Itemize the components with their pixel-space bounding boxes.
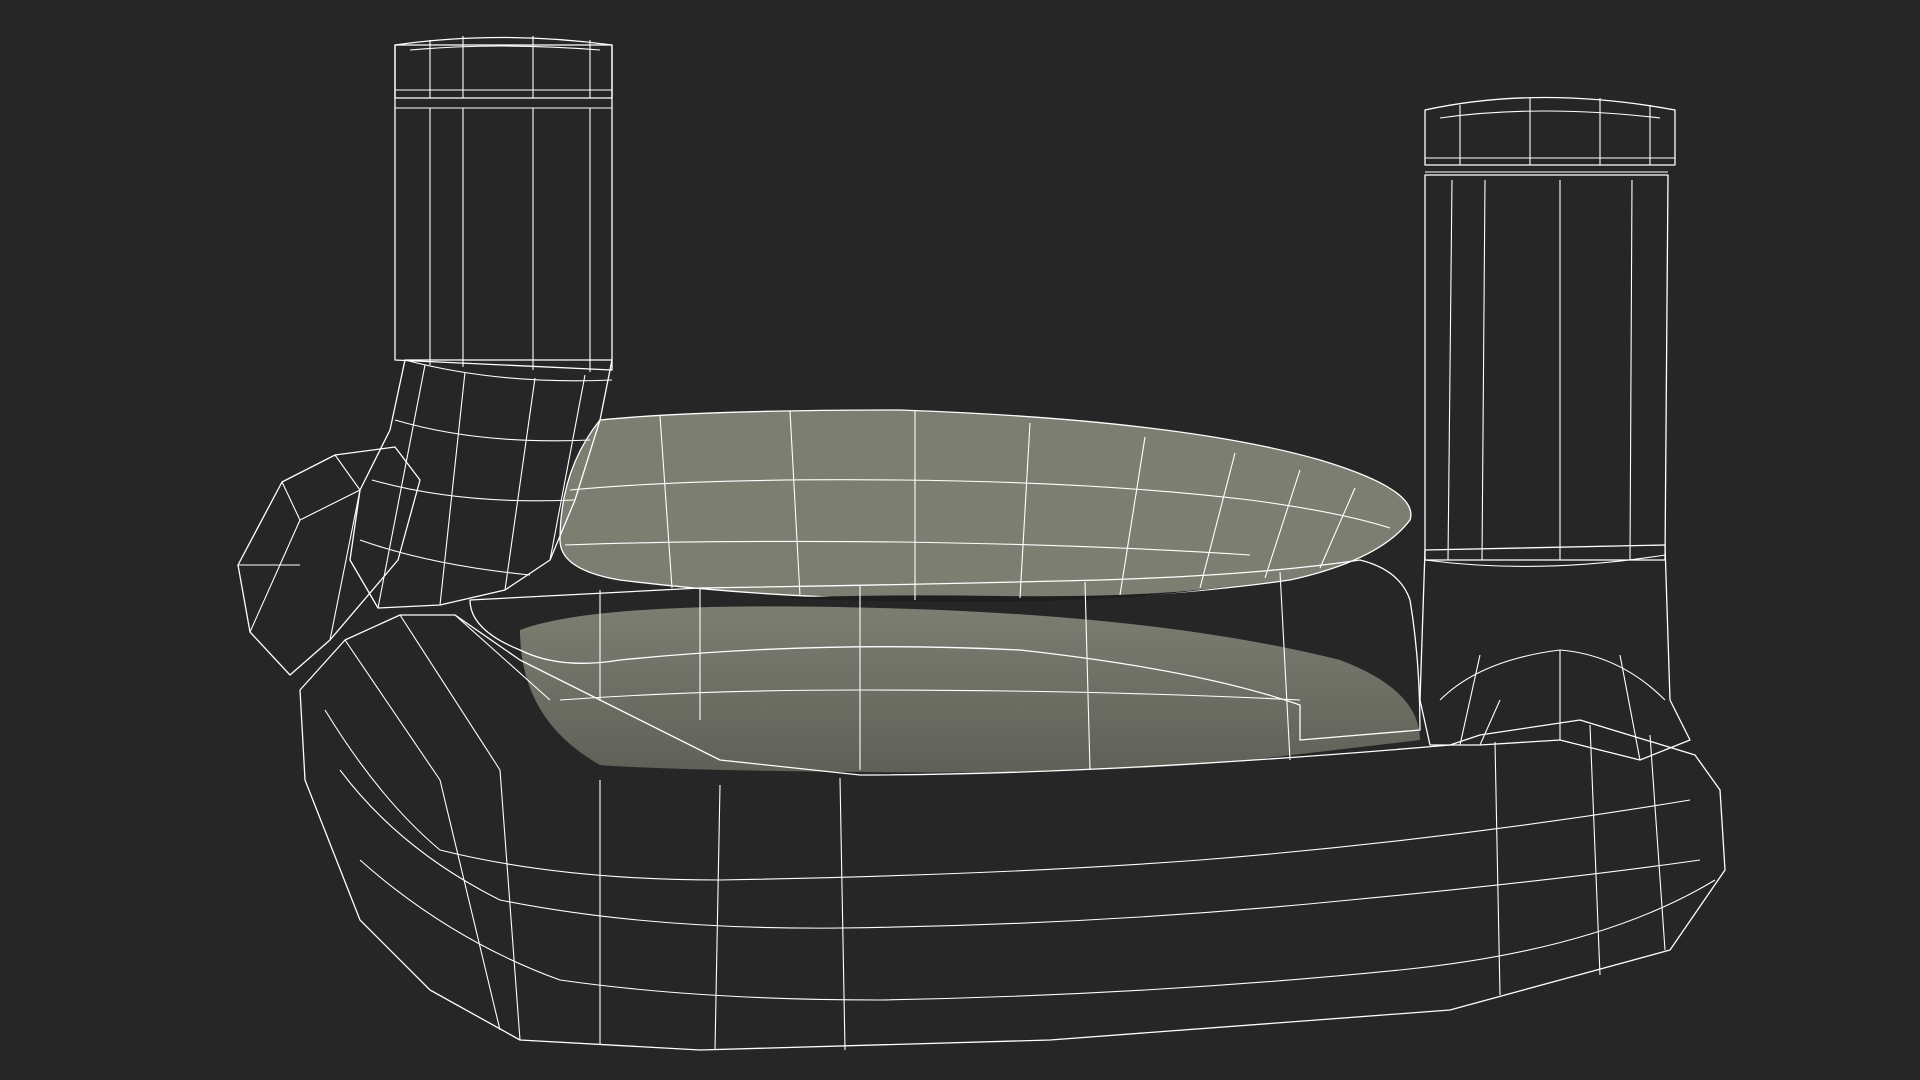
right-post	[1419, 96, 1691, 761]
mesh-render	[237, 36, 1726, 1051]
front-ring	[299, 559, 1726, 1051]
back-ring	[559, 409, 1412, 602]
left-post	[237, 36, 613, 676]
3d-viewport	[0, 0, 1920, 1080]
